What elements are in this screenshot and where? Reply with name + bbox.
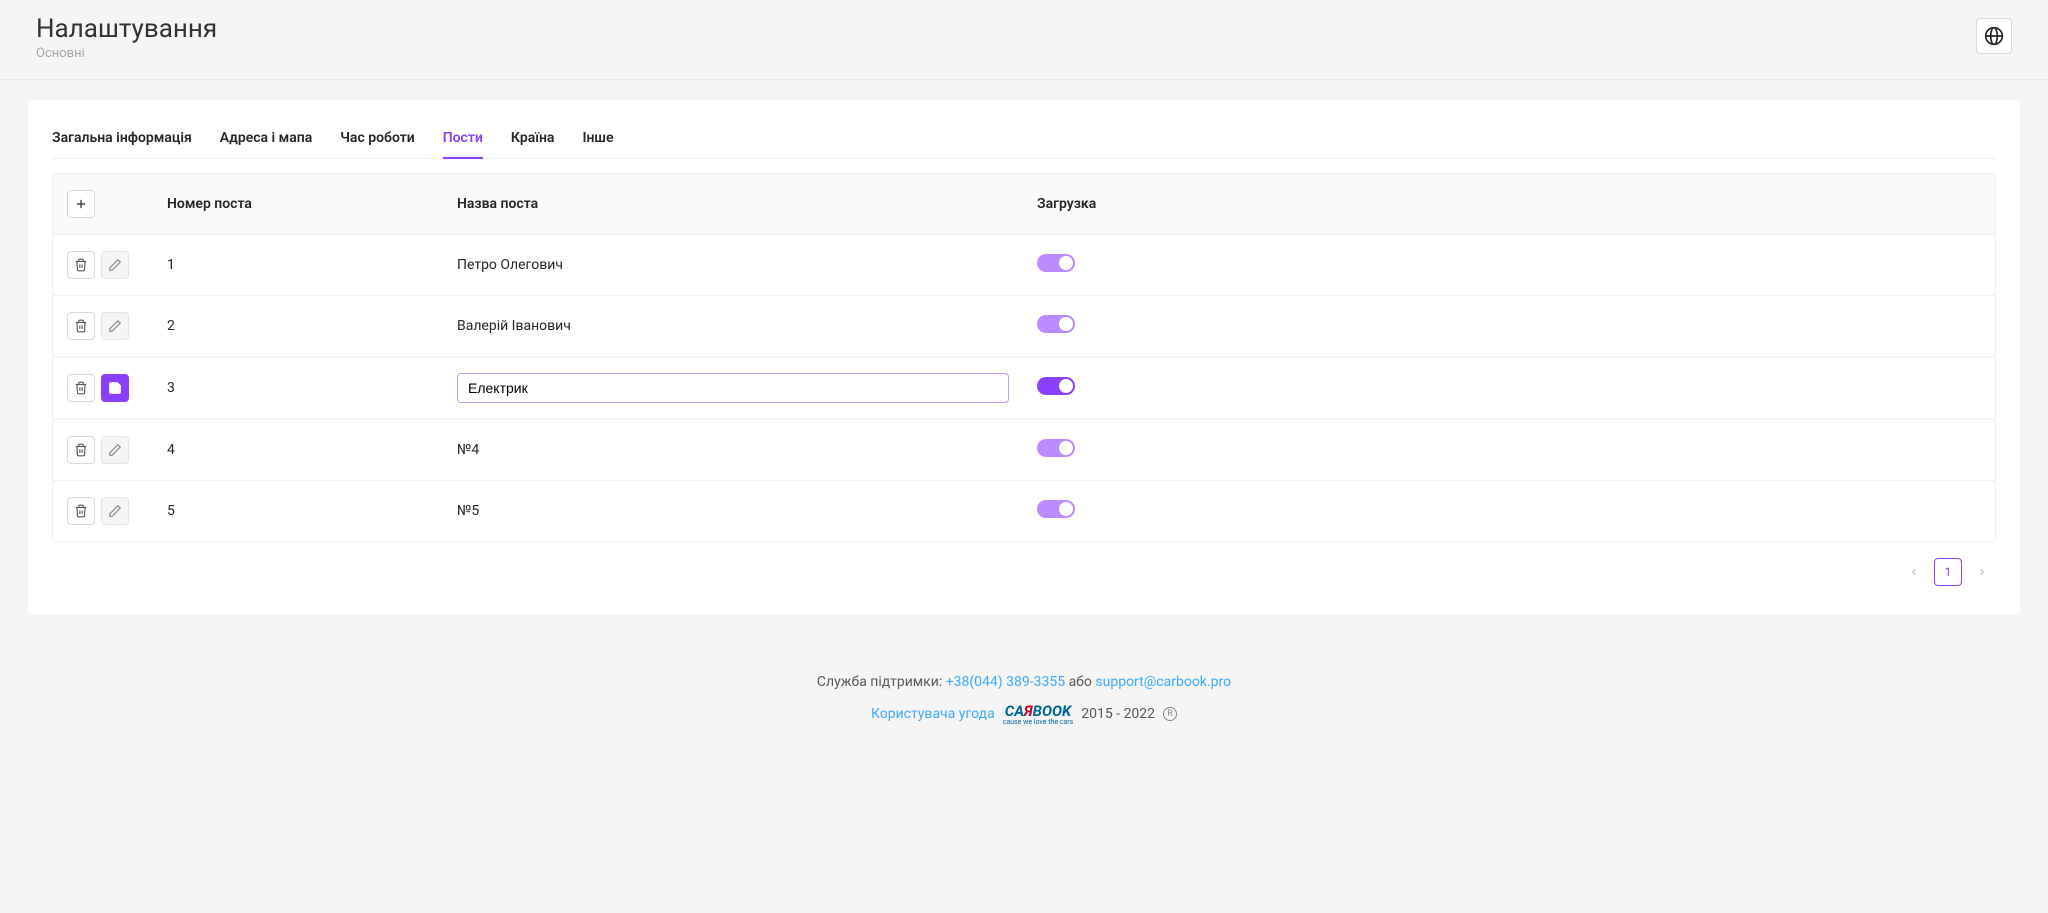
pagination: 1 xyxy=(52,558,1996,586)
delete-button[interactable] xyxy=(67,374,95,402)
plus-icon xyxy=(74,197,88,211)
post-name-input[interactable] xyxy=(457,373,1009,403)
page-number-button[interactable]: 1 xyxy=(1934,558,1962,586)
globe-icon xyxy=(1984,26,2004,46)
post-number: 4 xyxy=(153,420,443,481)
table-row: 3 xyxy=(53,357,1995,420)
delete-button[interactable] xyxy=(67,497,95,525)
trash-icon xyxy=(74,381,88,395)
settings-card: Загальна інформація Адреса і мапа Час робо… xyxy=(28,100,2020,614)
post-name: Валерій Іванович xyxy=(443,296,1023,357)
save-icon xyxy=(108,381,122,395)
edit-button[interactable] xyxy=(101,497,129,525)
tab-country[interactable]: Країна xyxy=(511,122,555,158)
pencil-icon xyxy=(108,319,122,333)
delete-button[interactable] xyxy=(67,251,95,279)
load-toggle[interactable] xyxy=(1037,315,1075,333)
terms-link[interactable]: Користувача угода xyxy=(871,706,995,722)
header-name: Назва поста xyxy=(443,174,1023,235)
trash-icon xyxy=(74,319,88,333)
footer: Служба підтримки: +38(044) 389-3355 або … xyxy=(0,634,2048,746)
post-number: 3 xyxy=(153,357,443,420)
chevron-right-icon xyxy=(1977,567,1987,577)
posts-table: Номер поста Назва поста Загрузка 1Петро … xyxy=(52,173,1996,542)
edit-button[interactable] xyxy=(101,436,129,464)
post-number: 2 xyxy=(153,296,443,357)
table-row: 1Петро Олегович xyxy=(53,235,1995,296)
load-toggle[interactable] xyxy=(1037,254,1075,272)
trash-icon xyxy=(74,258,88,272)
support-label: Служба підтримки: xyxy=(817,674,942,690)
post-name: №4 xyxy=(443,420,1023,481)
registered-icon: R xyxy=(1163,707,1177,721)
post-number: 5 xyxy=(153,481,443,541)
support-email-link[interactable]: support@carbook.pro xyxy=(1095,674,1231,690)
delete-button[interactable] xyxy=(67,436,95,464)
language-button[interactable] xyxy=(1976,18,2012,54)
tabs-nav: Загальна інформація Адреса і мапа Час робо… xyxy=(52,122,1996,159)
trash-icon xyxy=(74,443,88,457)
post-name: №5 xyxy=(443,481,1023,541)
tab-general[interactable]: Загальна інформація xyxy=(52,122,192,158)
tab-hours[interactable]: Час роботи xyxy=(340,122,414,158)
table-row: 5№5 xyxy=(53,481,1995,541)
load-toggle[interactable] xyxy=(1037,377,1075,395)
support-phone-link[interactable]: +38(044) 389-3355 xyxy=(946,674,1065,690)
page-subtitle: Основні xyxy=(36,46,217,61)
tab-other[interactable]: Інше xyxy=(582,122,613,158)
pencil-icon xyxy=(108,443,122,457)
save-button[interactable] xyxy=(101,374,129,402)
add-post-button[interactable] xyxy=(67,190,95,218)
copyright-years: 2015 - 2022 xyxy=(1081,706,1155,722)
header-load: Загрузка xyxy=(1023,174,1995,235)
table-row: 2Валерій Іванович xyxy=(53,296,1995,357)
pencil-icon xyxy=(108,504,122,518)
page-title: Налаштування xyxy=(36,14,217,44)
chevron-left-icon xyxy=(1909,567,1919,577)
edit-button[interactable] xyxy=(101,251,129,279)
post-number: 1 xyxy=(153,235,443,296)
table-row: 4№4 xyxy=(53,420,1995,481)
load-toggle[interactable] xyxy=(1037,439,1075,457)
header-number: Номер поста xyxy=(153,174,443,235)
load-toggle[interactable] xyxy=(1037,500,1075,518)
page-prev-button[interactable] xyxy=(1900,558,1928,586)
tab-map[interactable]: Адреса і мапа xyxy=(220,122,312,158)
edit-button[interactable] xyxy=(101,312,129,340)
delete-button[interactable] xyxy=(67,312,95,340)
trash-icon xyxy=(74,504,88,518)
page-next-button[interactable] xyxy=(1968,558,1996,586)
pencil-icon xyxy=(108,258,122,272)
logo: CAЯBOOK cause we love the cars xyxy=(1003,702,1074,726)
page-header: Налаштування Основні xyxy=(0,0,2048,80)
post-name: Петро Олегович xyxy=(443,235,1023,296)
support-or: або xyxy=(1069,674,1092,690)
tab-posts[interactable]: Пости xyxy=(443,122,483,158)
header-actions xyxy=(53,174,153,235)
